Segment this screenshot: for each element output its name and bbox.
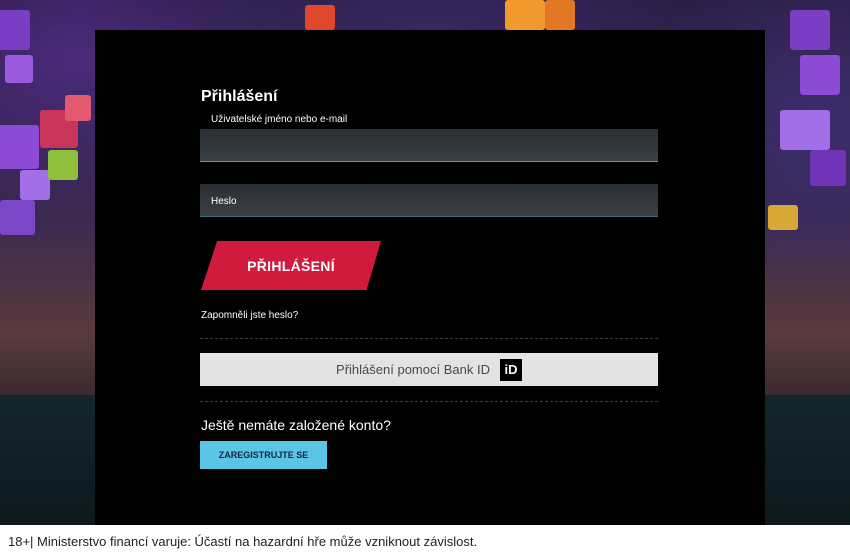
bankid-label: Přihlášení pomocí Bank ID — [336, 362, 490, 377]
login-panel: Přihlášení Uživatelské jméno nebo e-mail… — [95, 30, 765, 525]
username-input[interactable] — [200, 129, 658, 162]
register-button[interactable]: ZAREGISTRUJTE SE — [200, 441, 327, 469]
gambling-warning-footer: 18+| Ministerstvo financí varuje: Účastí… — [0, 525, 850, 558]
bankid-login-button[interactable]: Přihlášení pomocí Bank ID iD — [200, 353, 658, 386]
divider-top — [200, 338, 658, 339]
forgot-password-link[interactable]: Zapomněli jste heslo? — [201, 310, 298, 321]
password-input[interactable] — [200, 184, 658, 217]
no-account-prompt: Ještě nemáte založené konto? — [201, 417, 391, 433]
password-placeholder: Heslo — [211, 196, 237, 207]
login-title: Přihlášení — [201, 88, 278, 105]
divider-bottom — [200, 401, 658, 402]
bankid-logo-icon: iD — [499, 358, 522, 381]
username-label: Uživatelské jméno nebo e-mail — [211, 114, 348, 125]
login-button[interactable]: PŘIHLÁŠENÍ — [201, 241, 381, 290]
